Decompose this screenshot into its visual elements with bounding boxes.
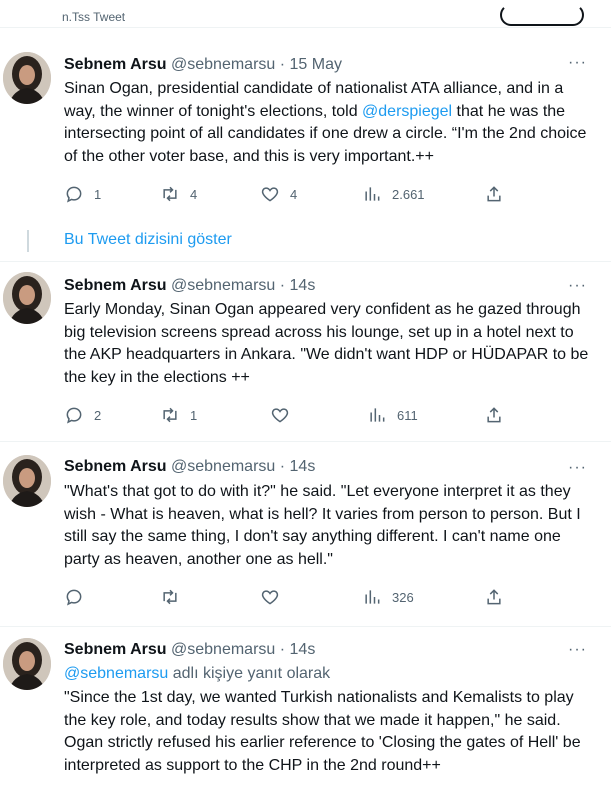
avatar-photo [3,455,51,507]
retweet-button[interactable] [160,587,190,607]
like-button[interactable] [270,405,300,425]
tweet-header: Sebnem Arsu @sebnemarsu · 15 May [64,55,342,75]
tweet-header: Sebnem Arsu @sebnemarsu · 14s [64,276,315,296]
reply-icon [66,589,82,606]
retweet-icon [163,407,177,423]
share-icon [487,407,501,423]
views-icon [370,408,385,422]
avatar-photo [3,272,51,324]
tweet[interactable]: Sebnem Arsu @sebnemarsu · 14s ··· Early … [0,262,611,442]
author-name[interactable]: Sebnem Arsu [64,56,167,73]
author-name[interactable]: Sebnem Arsu [64,641,167,658]
views-count: 2.661 [392,186,425,202]
views-button[interactable]: 2.661 [362,184,425,204]
reply-icon [66,186,82,203]
tweet-date[interactable]: 14s [290,458,316,475]
author-name[interactable]: Sebnem Arsu [64,458,167,475]
tweet-text: Sinan Ogan, presidential candidate of na… [64,78,592,168]
show-thread-link[interactable]: Bu Tweet dizisini göster [64,230,232,250]
reply-button[interactable]: 2 [64,405,101,425]
separator: · [279,277,286,294]
retweet-count: 4 [190,186,198,202]
like-count: 4 [290,186,298,202]
views-count: 326 [392,589,414,605]
avatar[interactable] [3,272,51,324]
retweet-button[interactable]: 1 [160,405,197,425]
like-button[interactable]: 4 [260,184,297,204]
reply-count: 2 [94,407,102,423]
thread-line [27,230,29,252]
more-icon[interactable]: ··· [568,460,587,476]
tweet[interactable]: Sebnem Arsu @sebnemarsu · 15 May ··· Sin… [0,28,611,260]
reply-icon [66,407,82,424]
author-handle[interactable]: @sebnemarsu [171,277,275,294]
tweet-text: "Since the 1st day, we wanted Turkish na… [64,689,581,774]
tweet[interactable]: Sebnem Arsu @sebnemarsu · 14s ··· "What'… [0,443,611,627]
tweet-text: Early Monday, Sinan Ogan appeared very c… [64,301,589,386]
retweet-icon [163,589,177,605]
tweet-date[interactable]: 14s [290,641,316,658]
reply-to-mention[interactable]: @sebnemarsu [64,665,168,682]
heart-icon [271,408,289,423]
share-icon [487,186,501,202]
views-count: 611 [397,407,418,423]
previous-tweet-label: n.Tss Tweet [62,10,126,24]
separator: · [279,458,286,475]
more-icon[interactable]: ··· [568,55,587,71]
author-handle[interactable]: @sebnemarsu [171,641,275,658]
tweet-header: Sebnem Arsu @sebnemarsu · 14s [64,640,315,660]
share-button[interactable] [484,405,504,425]
separator: · [279,56,286,73]
tweet-actions: 1 4 4 2.661 [64,184,524,208]
reply-context-label: adlı kişiye yanıt olarak [168,665,331,682]
tweet-date[interactable]: 14s [290,277,316,294]
avatar[interactable] [3,455,51,507]
heart-icon [261,187,279,202]
share-button[interactable] [484,184,504,204]
tweet-actions: 326 [64,587,524,611]
separator: · [279,641,286,658]
avatar-photo [3,638,51,690]
reply-context: @sebnemarsu adlı kişiye yanıt olarak [64,664,330,684]
more-icon[interactable]: ··· [568,642,587,658]
author-handle[interactable]: @sebnemarsu [171,56,275,73]
like-button[interactable] [260,587,290,607]
retweet-count: 1 [190,407,198,423]
retweet-button[interactable]: 4 [160,184,197,204]
views-icon [365,590,380,604]
share-button[interactable] [484,587,504,607]
avatar-photo [3,52,51,104]
mention-link[interactable]: @derspiegel [362,103,452,120]
retweet-icon [163,186,177,202]
tweet-date[interactable]: 15 May [290,56,342,73]
reply-button[interactable]: 1 [64,184,101,204]
tweet-header: Sebnem Arsu @sebnemarsu · 14s [64,457,315,477]
views-button[interactable]: 326 [362,587,414,607]
author-name[interactable]: Sebnem Arsu [64,277,167,294]
tweet[interactable]: Sebnem Arsu @sebnemarsu · 14s ··· @sebne… [0,628,611,806]
previous-tweet-remnant: n.Tss Tweet [0,0,611,28]
more-icon[interactable]: ··· [568,278,587,294]
reply-button[interactable] [64,587,94,607]
reply-count: 1 [94,186,102,202]
tweet-text: "What's that got to do with it?" he said… [64,483,581,568]
author-handle[interactable]: @sebnemarsu [171,458,275,475]
views-button[interactable]: 611 [367,405,418,425]
tweet-actions: 2 1 611 [64,405,524,429]
previous-tweet-button[interactable] [500,4,584,26]
avatar[interactable] [3,638,51,690]
share-icon [487,589,501,605]
heart-icon [261,590,279,605]
avatar[interactable] [3,52,51,104]
views-icon [365,187,380,201]
